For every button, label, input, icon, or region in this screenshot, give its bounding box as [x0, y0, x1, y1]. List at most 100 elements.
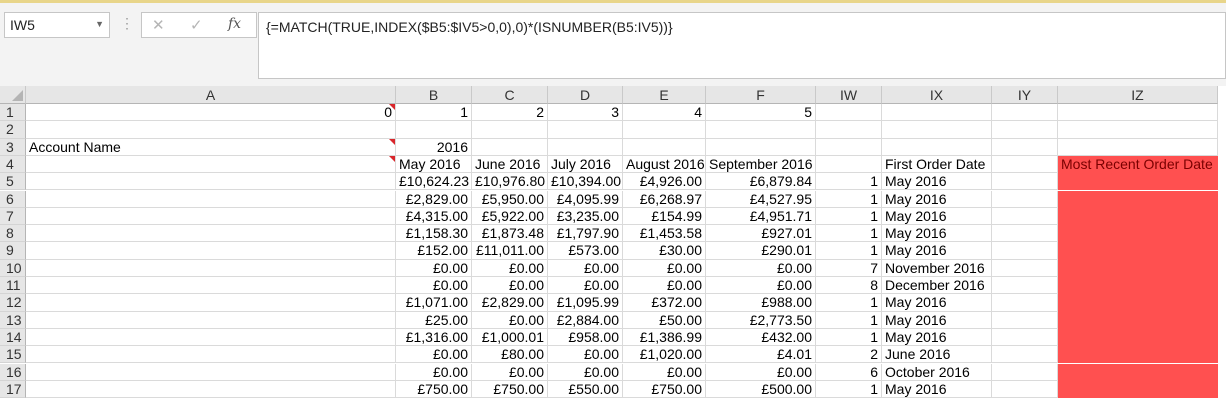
cell-ix10[interactable]: November 2016 — [882, 259, 992, 277]
cell-ix16[interactable]: October 2016 — [882, 363, 992, 381]
row-header-10[interactable]: 10 — [0, 259, 26, 277]
cell-e11[interactable]: £0.00 — [623, 277, 706, 295]
cell-iz12[interactable] — [1058, 294, 1218, 312]
cell-iy17[interactable] — [992, 380, 1058, 399]
cell-iw15[interactable]: 2 — [816, 346, 882, 364]
col-header-e[interactable]: E — [623, 86, 706, 104]
col-header-iy[interactable]: IY — [992, 86, 1058, 104]
cell-c9[interactable]: £11,011.00 — [472, 242, 548, 260]
cell-a2[interactable] — [26, 121, 396, 139]
cell-iz14[interactable] — [1058, 328, 1218, 347]
cell-e3[interactable] — [623, 138, 706, 156]
cell-b10[interactable]: £0.00 — [396, 259, 472, 277]
cell-c5[interactable]: £10,976.80 — [472, 173, 548, 191]
cell-iz1[interactable] — [1058, 104, 1218, 122]
cell-iz10[interactable] — [1058, 259, 1218, 277]
row-header-4[interactable]: 4 — [0, 155, 26, 174]
cell-iy3[interactable] — [992, 138, 1058, 156]
cell-iw3[interactable] — [816, 138, 882, 156]
cell-d1[interactable]: 3 — [548, 104, 623, 122]
cell-ix2[interactable] — [882, 121, 992, 139]
chevron-down-icon[interactable]: ▼ — [95, 19, 104, 29]
cell-a15[interactable] — [26, 346, 396, 364]
cell-d7[interactable]: £3,235.00 — [548, 207, 623, 226]
cell-ix7[interactable]: May 2016 — [882, 207, 992, 226]
col-header-a[interactable]: A — [26, 86, 396, 104]
cell-e17[interactable]: £750.00 — [623, 380, 706, 399]
cell-ix4[interactable]: First Order Date — [882, 155, 992, 174]
cell-f4[interactable]: September 2016 — [706, 155, 816, 174]
name-box[interactable]: IW5 ▼ — [4, 12, 110, 38]
row-header-14[interactable]: 14 — [0, 328, 26, 347]
cell-d16[interactable]: £0.00 — [548, 363, 623, 381]
cell-e2[interactable] — [623, 121, 706, 139]
cell-e15[interactable]: £1,020.00 — [623, 346, 706, 364]
cell-a7[interactable] — [26, 207, 396, 226]
cell-iz3[interactable] — [1058, 138, 1218, 156]
row-header-16[interactable]: 16 — [0, 363, 26, 381]
row-header-1[interactable]: 1 — [0, 104, 26, 122]
row-header-3[interactable]: 3 — [0, 138, 26, 156]
cell-c2[interactable] — [472, 121, 548, 139]
cell-iw11[interactable]: 8 — [816, 277, 882, 295]
cell-iy9[interactable] — [992, 242, 1058, 260]
row-header-8[interactable]: 8 — [0, 225, 26, 243]
cell-a17[interactable] — [26, 380, 396, 399]
cell-c13[interactable]: £0.00 — [472, 311, 548, 329]
cell-a4[interactable] — [26, 155, 396, 174]
cell-f14[interactable]: £432.00 — [706, 328, 816, 347]
cell-e14[interactable]: £1,386.99 — [623, 328, 706, 347]
cell-iy12[interactable] — [992, 294, 1058, 312]
cell-iw17[interactable]: 1 — [816, 380, 882, 399]
cell-c16[interactable]: £0.00 — [472, 363, 548, 381]
cell-a9[interactable] — [26, 242, 396, 260]
cell-e5[interactable]: £4,926.00 — [623, 173, 706, 191]
cell-iy7[interactable] — [992, 207, 1058, 226]
cell-c15[interactable]: £80.00 — [472, 346, 548, 364]
cell-iw8[interactable]: 1 — [816, 225, 882, 243]
col-header-iz[interactable]: IZ — [1058, 86, 1218, 104]
cell-a8[interactable] — [26, 225, 396, 243]
cell-iz2[interactable] — [1058, 121, 1218, 139]
cell-ix3[interactable] — [882, 138, 992, 156]
cell-b2[interactable] — [396, 121, 472, 139]
enter-icon[interactable]: ✓ — [190, 16, 203, 34]
cell-d11[interactable]: £0.00 — [548, 277, 623, 295]
cell-e1[interactable]: 4 — [623, 104, 706, 122]
cell-b7[interactable]: £4,315.00 — [396, 207, 472, 226]
cell-a12[interactable] — [26, 294, 396, 312]
spreadsheet-grid[interactable]: A B C D E F IW IX IY IZ 1 0 1 2 3 4 5 2 3 Account Name 2016 4… — [0, 86, 1226, 400]
cell-iz11[interactable] — [1058, 277, 1218, 295]
select-all-button[interactable] — [0, 86, 26, 104]
cell-iy2[interactable] — [992, 121, 1058, 139]
cell-c12[interactable]: £2,829.00 — [472, 294, 548, 312]
cell-iw13[interactable]: 1 — [816, 311, 882, 329]
cell-f15[interactable]: £4.01 — [706, 346, 816, 364]
cell-iz7[interactable] — [1058, 207, 1218, 226]
cell-iz4[interactable]: Most Recent Order Date — [1058, 155, 1218, 174]
cell-iy8[interactable] — [992, 225, 1058, 243]
cell-iy4[interactable] — [992, 155, 1058, 174]
cell-c14[interactable]: £1,000.01 — [472, 328, 548, 347]
cell-iz9[interactable] — [1058, 242, 1218, 260]
cell-ix8[interactable]: May 2016 — [882, 225, 992, 243]
row-header-7[interactable]: 7 — [0, 207, 26, 226]
cell-f11[interactable]: £0.00 — [706, 277, 816, 295]
cell-iy11[interactable] — [992, 277, 1058, 295]
cell-a13[interactable] — [26, 311, 396, 329]
cell-f13[interactable]: £2,773.50 — [706, 311, 816, 329]
cell-ix12[interactable]: May 2016 — [882, 294, 992, 312]
cell-b1[interactable]: 1 — [396, 104, 472, 122]
cell-e4[interactable]: August 2016 — [623, 155, 706, 174]
cell-b15[interactable]: £0.00 — [396, 346, 472, 364]
cell-a10[interactable] — [26, 259, 396, 277]
cell-iw4[interactable] — [816, 155, 882, 174]
cell-d3[interactable] — [548, 138, 623, 156]
cell-iy1[interactable] — [992, 104, 1058, 122]
cell-ix1[interactable] — [882, 104, 992, 122]
cell-f12[interactable]: £988.00 — [706, 294, 816, 312]
cell-iw6[interactable]: 1 — [816, 190, 882, 208]
cell-b16[interactable]: £0.00 — [396, 363, 472, 381]
cell-a14[interactable] — [26, 328, 396, 347]
cell-iy16[interactable] — [992, 363, 1058, 381]
